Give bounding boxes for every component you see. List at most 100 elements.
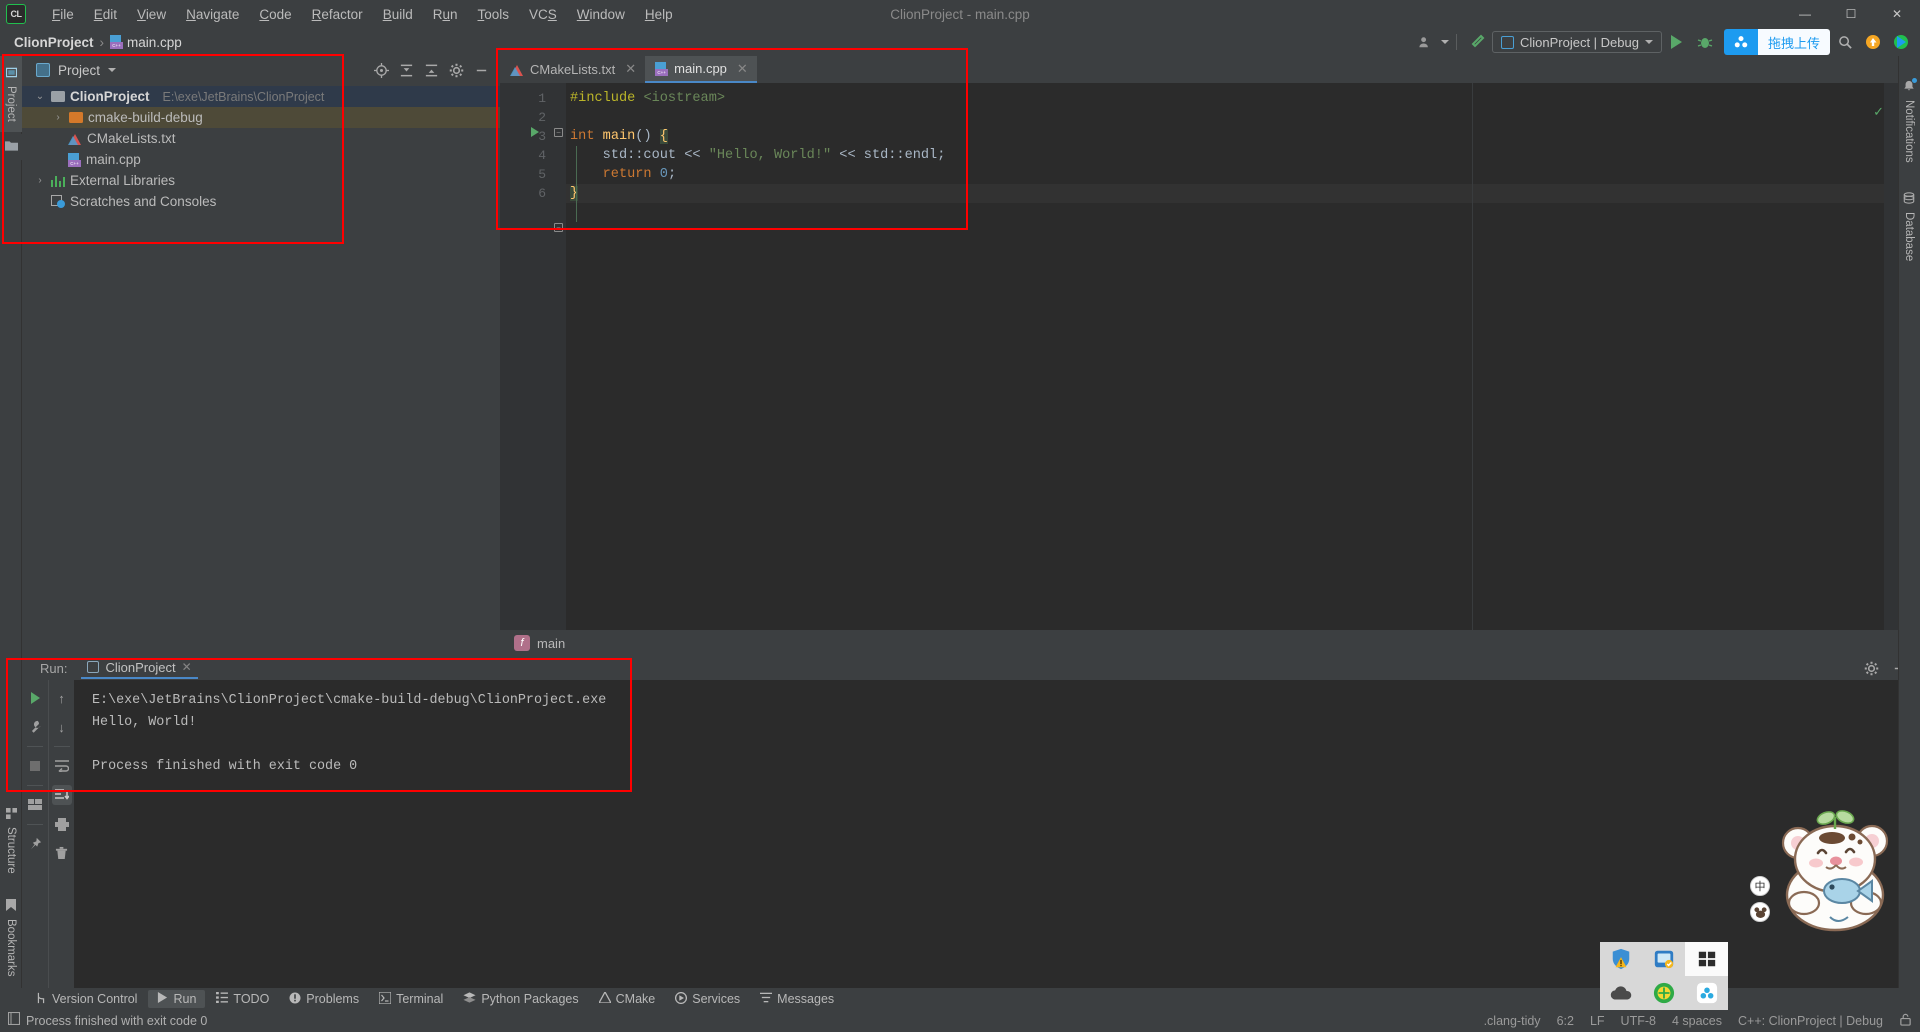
- status-caret-position[interactable]: 6:2: [1557, 1014, 1574, 1028]
- editor-tab-cmakelists[interactable]: CMakeLists.txt ✕: [500, 56, 645, 83]
- print-icon[interactable]: [52, 814, 72, 834]
- tree-row-external-libraries[interactable]: › External Libraries: [22, 170, 500, 191]
- close-button[interactable]: ✕: [1874, 0, 1920, 28]
- minimize-panel-icon[interactable]: [470, 59, 492, 81]
- down-arrow-icon[interactable]: ↓: [52, 717, 72, 737]
- maximize-button[interactable]: ☐: [1828, 0, 1874, 28]
- editor-gutter[interactable]: 1 2 3 4 5 6: [500, 83, 552, 656]
- bottom-item-python-packages[interactable]: Python Packages: [454, 990, 587, 1009]
- chevron-down-icon[interactable]: ⌄: [34, 91, 46, 102]
- sidebar-item-database[interactable]: Database: [1898, 184, 1920, 270]
- breadcrumb-file[interactable]: main.cpp: [110, 35, 182, 50]
- update-available-icon[interactable]: [1860, 30, 1886, 54]
- inspection-status-icon[interactable]: ✓: [1873, 104, 1884, 120]
- gear-icon[interactable]: [445, 59, 467, 81]
- sidebar-item-project[interactable]: Project: [0, 56, 22, 132]
- status-toolchain[interactable]: C++: ClionProject | Debug: [1738, 1014, 1883, 1028]
- stop-icon[interactable]: [25, 756, 45, 776]
- user-dropdown-caret-icon[interactable]: [1440, 40, 1449, 44]
- editor-fold-column[interactable]: − −: [552, 83, 566, 656]
- close-tab-icon[interactable]: ✕: [625, 61, 636, 77]
- menu-help[interactable]: Help: [635, 3, 683, 26]
- menu-window[interactable]: Window: [567, 3, 635, 26]
- plugin-icon[interactable]: [1888, 30, 1914, 54]
- sidebar-item-structure[interactable]: Structure: [0, 800, 22, 882]
- settings-wrench-icon[interactable]: [25, 717, 45, 737]
- code-editor[interactable]: 1 2 3 4 5 6 − − #include <iostream> int …: [500, 83, 1898, 656]
- expand-all-icon[interactable]: [395, 59, 417, 81]
- tree-row-clionproject[interactable]: ⌄ ClionProject E:\exe\JetBrains\ClionPro…: [22, 86, 500, 107]
- run-button[interactable]: [1664, 30, 1690, 54]
- baidu-cloud-icon[interactable]: [1685, 976, 1728, 1010]
- upload-badge[interactable]: 拖拽上传: [1723, 29, 1830, 55]
- close-tab-icon[interactable]: ✕: [737, 61, 748, 77]
- bottom-item-messages[interactable]: Messages: [751, 990, 843, 1008]
- status-clang-tidy[interactable]: .clang-tidy: [1484, 1014, 1541, 1028]
- bottom-item-services[interactable]: Services: [666, 990, 749, 1009]
- cloud-icon[interactable]: [1600, 976, 1643, 1010]
- fold-end-icon[interactable]: −: [554, 223, 563, 232]
- menu-view[interactable]: View: [127, 3, 176, 26]
- shield-warning-icon[interactable]: [1600, 942, 1643, 976]
- chevron-right-icon[interactable]: ›: [52, 112, 64, 123]
- bear-with-fish-mascot[interactable]: [1760, 807, 1910, 932]
- menu-run[interactable]: Run: [423, 3, 468, 26]
- menu-navigate[interactable]: Navigate: [176, 3, 249, 26]
- menu-vcs[interactable]: VCS: [519, 3, 567, 26]
- error-stripe[interactable]: [1884, 83, 1898, 656]
- locate-icon[interactable]: [370, 59, 392, 81]
- menu-edit[interactable]: Edit: [84, 3, 127, 26]
- sidebar-folder-icon-slot[interactable]: [0, 134, 22, 160]
- code-content[interactable]: #include <iostream> int main() { std::co…: [566, 83, 1898, 656]
- sidebar-item-bookmarks[interactable]: Bookmarks: [0, 890, 22, 986]
- chevron-right-icon[interactable]: ›: [34, 175, 46, 186]
- tree-row-scratches[interactable]: Scratches and Consoles: [22, 191, 500, 212]
- bottom-item-cmake[interactable]: CMake: [590, 990, 665, 1008]
- soft-wrap-icon[interactable]: [52, 756, 72, 776]
- bottom-item-run[interactable]: Run: [148, 990, 206, 1008]
- pin-icon[interactable]: [25, 834, 45, 854]
- lock-icon[interactable]: [1899, 1013, 1912, 1029]
- menu-file[interactable]: File: [42, 3, 84, 26]
- tree-row-cmakelists[interactable]: CMakeLists.txt: [22, 128, 500, 149]
- run-configuration-selector[interactable]: ClionProject | Debug: [1491, 31, 1662, 53]
- fold-collapse-icon[interactable]: −: [554, 128, 563, 137]
- sidebar-item-notifications[interactable]: Notifications: [1898, 68, 1920, 174]
- up-arrow-icon[interactable]: ↑: [52, 688, 72, 708]
- bottom-item-todo[interactable]: TODO: [207, 990, 278, 1008]
- menu-build[interactable]: Build: [373, 3, 423, 26]
- minimize-button[interactable]: —: [1782, 0, 1828, 28]
- green-plus-icon[interactable]: [1643, 976, 1686, 1010]
- user-avatar-icon[interactable]: [1413, 30, 1439, 54]
- close-run-tab-icon[interactable]: ✕: [182, 660, 192, 674]
- menu-code[interactable]: Code: [249, 3, 301, 26]
- windows-icon[interactable]: [1685, 942, 1728, 976]
- bottom-item-terminal[interactable]: Terminal: [370, 990, 452, 1009]
- gutter-run-icon[interactable]: [531, 127, 539, 137]
- search-icon[interactable]: [1832, 30, 1858, 54]
- tree-row-main-cpp[interactable]: main.cpp: [22, 149, 500, 170]
- bottom-item-problems[interactable]: Problems: [280, 990, 368, 1009]
- rerun-icon[interactable]: [25, 688, 45, 708]
- build-hammer-icon[interactable]: [1464, 30, 1490, 54]
- layout-icon[interactable]: [25, 795, 45, 815]
- debug-button[interactable]: [1692, 30, 1718, 54]
- editor-breadcrumb-label[interactable]: main: [537, 636, 565, 651]
- collapse-all-icon[interactable]: [420, 59, 442, 81]
- menu-tools[interactable]: Tools: [468, 3, 520, 26]
- bottom-item-version-control[interactable]: Version Control: [26, 990, 146, 1009]
- status-line-separator[interactable]: LF: [1590, 1014, 1605, 1028]
- run-window-tab[interactable]: ClionProject ✕: [81, 658, 198, 679]
- status-indent[interactable]: 4 spaces: [1672, 1014, 1722, 1028]
- editor-tab-main-cpp[interactable]: main.cpp ✕: [645, 56, 757, 83]
- gear-icon[interactable]: [1860, 657, 1882, 679]
- tree-row-cmake-build-debug[interactable]: › cmake-build-debug: [22, 107, 500, 128]
- status-encoding[interactable]: UTF-8: [1621, 1014, 1656, 1028]
- scroll-to-end-icon[interactable]: [51, 785, 72, 805]
- network-icon[interactable]: [1643, 942, 1686, 976]
- project-panel-caret-icon[interactable]: [108, 68, 117, 72]
- menu-refactor[interactable]: Refactor: [302, 3, 373, 26]
- breadcrumb-project[interactable]: ClionProject: [14, 35, 94, 50]
- trash-icon[interactable]: [52, 843, 72, 863]
- toolbar-divider: [27, 746, 43, 747]
